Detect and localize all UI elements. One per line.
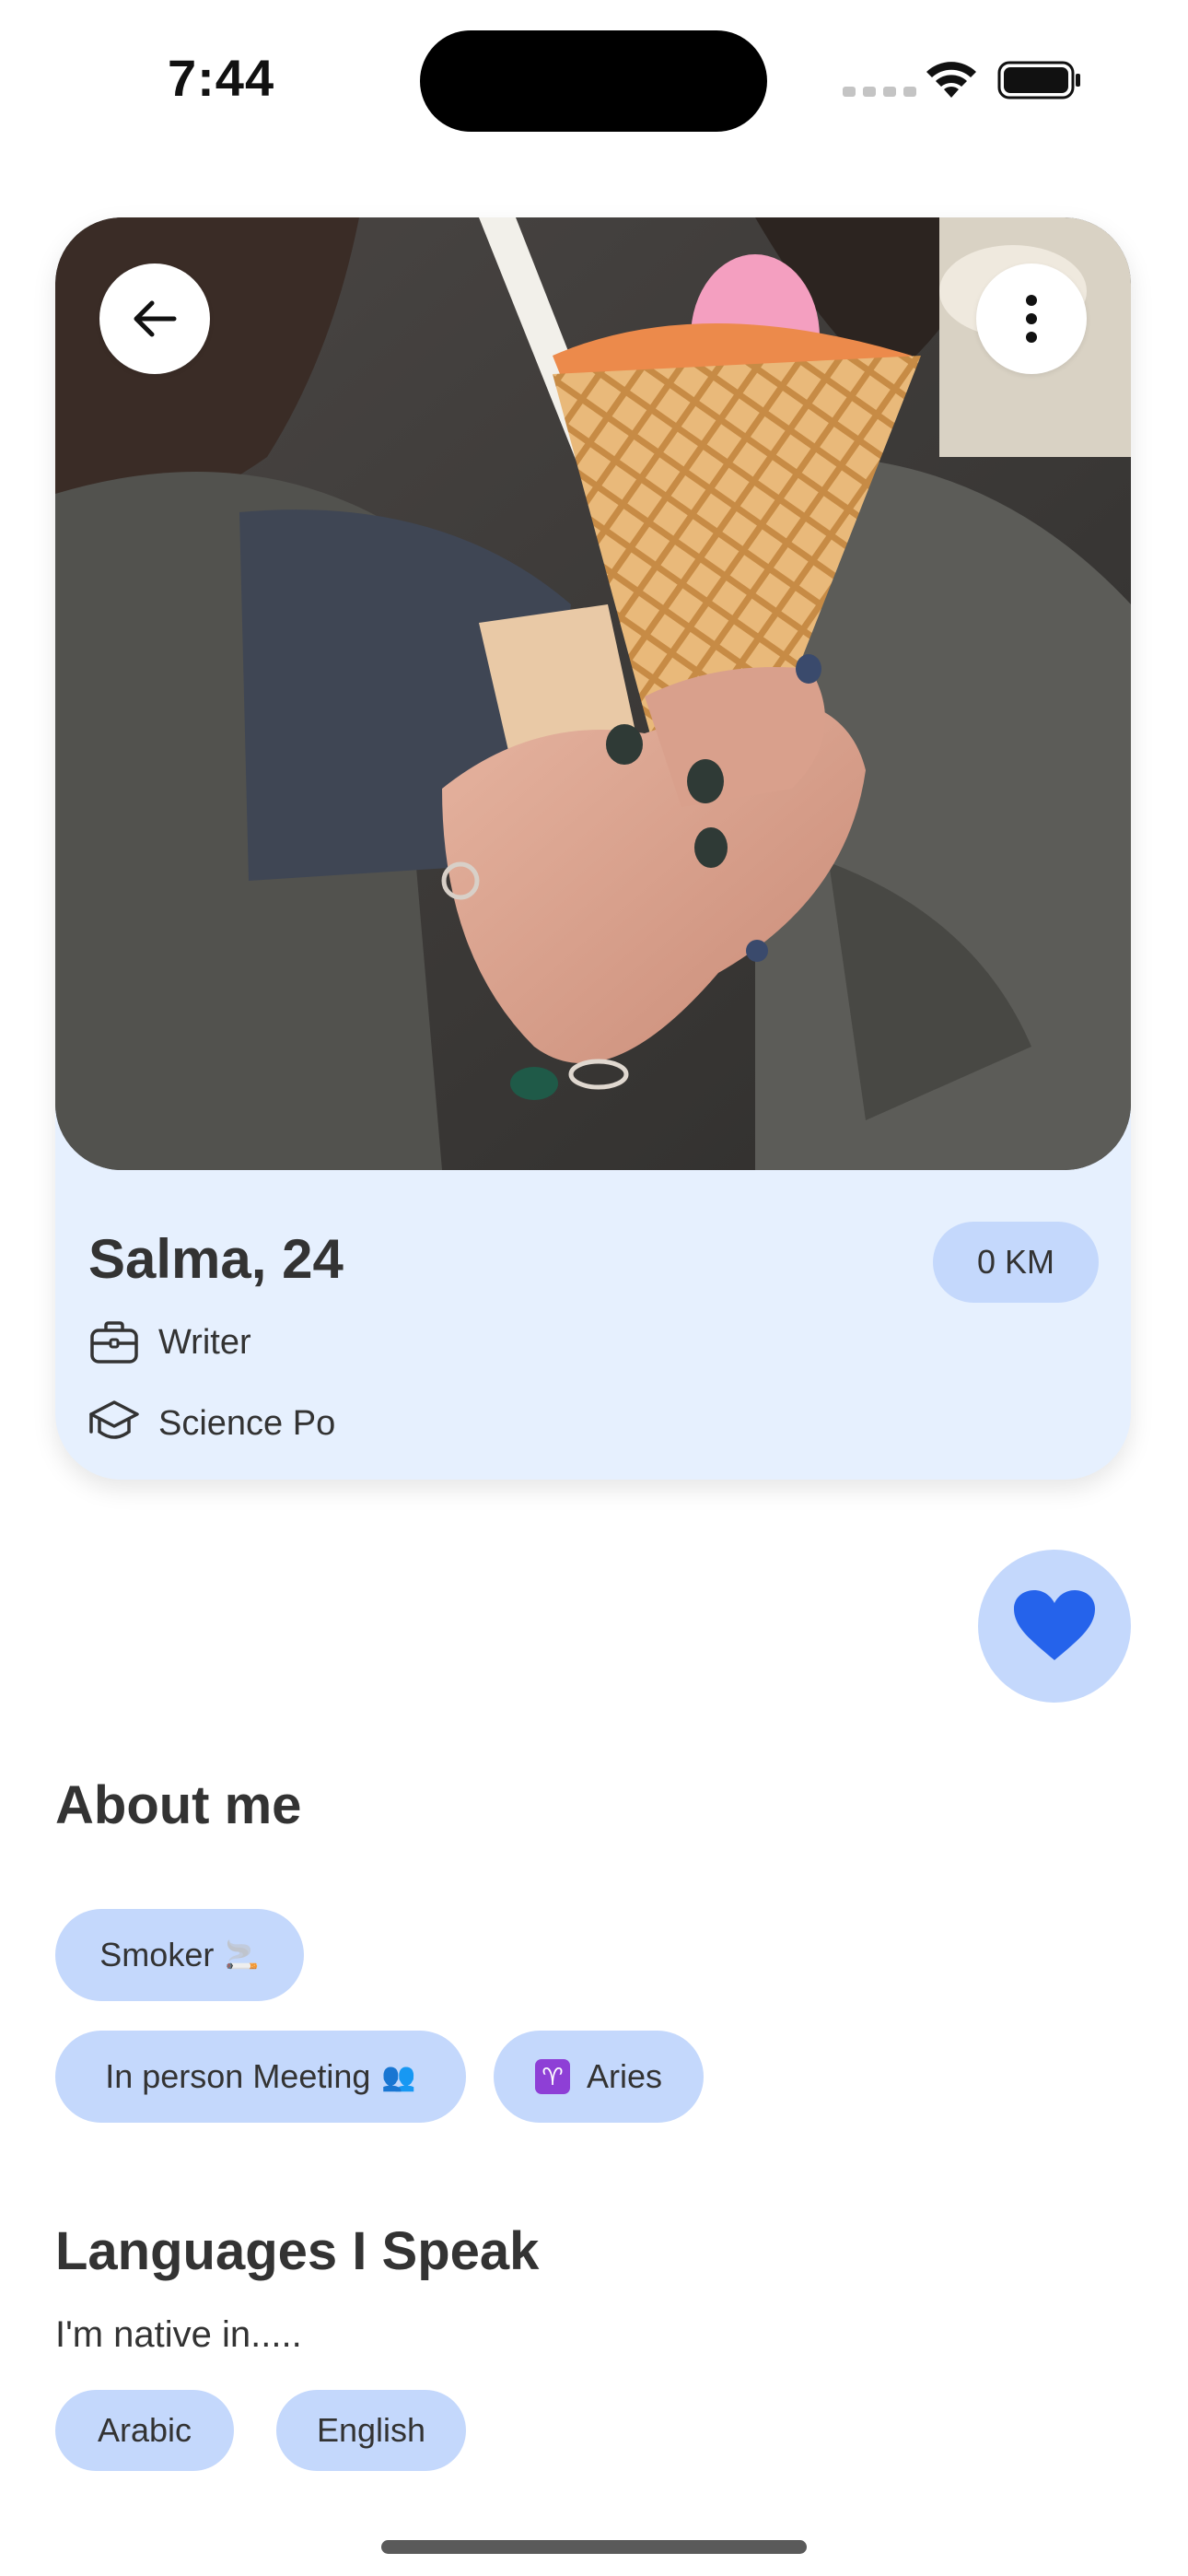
chip-aries-label: Aries xyxy=(586,2057,663,2095)
wifi-icon xyxy=(926,62,976,98)
like-button[interactable] xyxy=(978,1550,1131,1703)
languages-heading: Languages I Speak xyxy=(55,2221,540,2281)
chip-meeting-label: In person Meeting xyxy=(105,2057,371,2095)
profile-card[interactable]: Salma, 24 0 KM Writer Science Po xyxy=(55,217,1131,1480)
chip-aries: ♈ Aries xyxy=(494,2031,704,2123)
people-icon: 👥 xyxy=(381,2061,416,2092)
native-in-text: I'm native in..... xyxy=(55,2314,302,2355)
profile-info: Salma, 24 0 KM Writer Science Po xyxy=(55,1170,1131,1480)
briefcase-icon xyxy=(90,1321,138,1364)
job-row: Writer xyxy=(88,1319,251,1365)
about-me-heading: About me xyxy=(55,1775,302,1835)
chip-smoker: Smoker 🚬 xyxy=(55,1909,304,2001)
home-indicator[interactable] xyxy=(381,2540,807,2554)
aries-icon: ♈ xyxy=(534,2059,570,2094)
more-options-button[interactable] xyxy=(976,263,1087,374)
cellular-signal-icon xyxy=(843,87,916,97)
school-row: Science Po xyxy=(88,1399,335,1448)
name-age: Salma, 24 xyxy=(88,1228,344,1290)
school-label: Science Po xyxy=(158,1403,336,1443)
job-label: Writer xyxy=(158,1322,251,1362)
chip-in-person-meeting: In person Meeting 👥 xyxy=(55,2031,466,2123)
back-button[interactable] xyxy=(99,263,210,374)
language-chip-english: English xyxy=(276,2390,466,2471)
language-chip-arabic: Arabic xyxy=(55,2390,234,2471)
heart-icon xyxy=(1014,1590,1095,1660)
cigarette-icon: 🚬 xyxy=(225,1939,260,1971)
profile-screen: 7:44 Salma, 24 0 KM Writer Science Po Ab… xyxy=(0,0,1188,2576)
status-time: 7:44 xyxy=(168,49,275,107)
profile-photo[interactable] xyxy=(55,217,1131,1170)
arrow-left-icon xyxy=(134,300,177,337)
dynamic-island xyxy=(420,30,767,132)
distance-badge: 0 KM xyxy=(933,1222,1099,1303)
graduation-cap-icon xyxy=(89,1400,139,1439)
chip-smoker-label: Smoker xyxy=(99,1936,215,1973)
more-vertical-icon xyxy=(1026,295,1037,343)
battery-icon xyxy=(997,61,1080,100)
